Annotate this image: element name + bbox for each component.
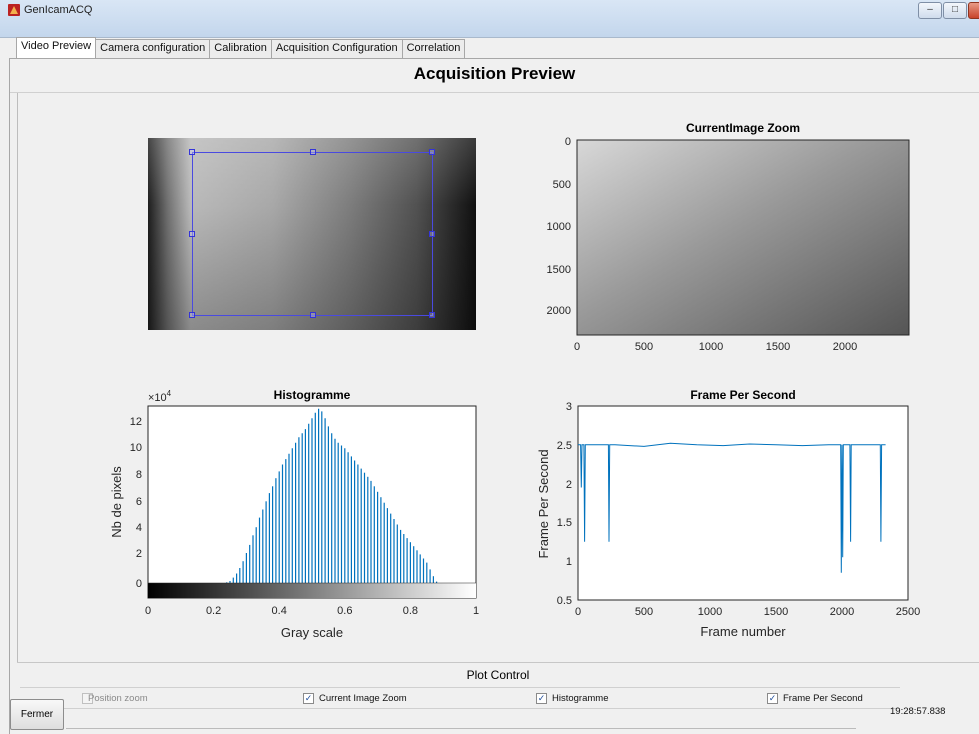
histogram-y-tick: 0 xyxy=(136,578,142,590)
fps-x-tick: 1000 xyxy=(698,606,722,618)
roi-handle-top-left[interactable] xyxy=(189,149,195,155)
fps-y-tick: 3 xyxy=(566,401,572,413)
app-icon xyxy=(8,4,20,16)
roi-rectangle[interactable] xyxy=(189,149,435,318)
fps-y-tick: 2 xyxy=(566,479,572,491)
histogram-exponent-label: ×104 xyxy=(148,389,172,404)
roi-handle-bottom-right[interactable] xyxy=(429,312,435,318)
minimize-button[interactable]: – xyxy=(918,2,942,19)
fps-y-tick: 2.5 xyxy=(557,440,572,452)
histogram-exponent-power: 4 xyxy=(167,389,172,398)
fps-x-tick: 2500 xyxy=(896,606,920,618)
histogramme-label: Histogramme xyxy=(552,693,609,704)
zoom-x-tick: 1000 xyxy=(699,341,723,353)
zoom-x-tick: 2000 xyxy=(833,341,857,353)
window-title: GenIcamACQ xyxy=(24,4,93,16)
histogram-x-ticks: 0 0.2 0.4 0.6 0.8 1 xyxy=(145,605,479,617)
close-window-button[interactable] xyxy=(968,2,979,19)
zoom-y-tick: 1000 xyxy=(547,221,571,233)
histogram-chart-title: Histogramme xyxy=(274,388,351,402)
fps-chart-title: Frame Per Second xyxy=(690,388,795,402)
histogram-y-tick: 10 xyxy=(130,442,142,454)
plot-control-title: Plot Control xyxy=(17,662,979,686)
fps-x-tick: 500 xyxy=(635,606,653,618)
histogram-x-tick: 0.4 xyxy=(272,605,287,617)
fps-y-tick: 1 xyxy=(566,556,572,568)
plot-control-options: Position zoom ✓ Current Image Zoom ✓ His… xyxy=(20,687,900,709)
current-image-zoom-checkbox[interactable]: ✓ xyxy=(303,693,314,704)
histogram-y-tick: 4 xyxy=(136,522,142,534)
fps-y-label: Frame Per Second xyxy=(536,449,551,558)
tab-bar: Video Preview Camera configuration Calib… xyxy=(16,37,466,59)
page-title: Acquisition Preview xyxy=(10,59,979,93)
histogram-x-tick: 0 xyxy=(145,605,151,617)
histogram-y-label: Nb de pixels xyxy=(109,466,124,538)
position-zoom-label: Position zoom xyxy=(88,693,148,704)
fps-x-label: Frame number xyxy=(700,624,786,639)
zoom-x-tick: 0 xyxy=(574,341,580,353)
roi-handle-top-middle[interactable] xyxy=(310,149,316,155)
roi-handle-middle-left[interactable] xyxy=(189,231,195,237)
zoom-y-tick: 500 xyxy=(553,179,571,191)
histogram-exponent-base: ×10 xyxy=(148,392,167,404)
histogram-y-tick: 2 xyxy=(136,548,142,560)
histogram-y-tick: 6 xyxy=(136,496,142,508)
camera-preview-image[interactable] xyxy=(148,138,476,330)
tab-acquisition-configuration[interactable]: Acquisition Configuration xyxy=(270,39,403,58)
fps-chart: Frame Per Second 0.5 1 1.5 2 2.5 3 0 500… xyxy=(536,388,920,639)
fps-x-tick: 0 xyxy=(575,606,581,618)
histogram-y-tick: 8 xyxy=(136,469,142,481)
tab-camera-configuration[interactable]: Camera configuration xyxy=(95,39,211,58)
bottom-divider xyxy=(66,728,856,729)
zoom-x-ticks: 0 500 1000 1500 2000 xyxy=(574,341,857,353)
zoom-x-tick: 500 xyxy=(635,341,653,353)
fps-x-tick: 2000 xyxy=(830,606,854,618)
close-button[interactable]: Fermer xyxy=(10,699,64,730)
window-titlebar: GenIcamACQ – □ xyxy=(0,0,979,38)
zoom-y-tick: 1500 xyxy=(547,264,571,276)
fps-plot-area xyxy=(577,405,909,601)
tab-calibration[interactable]: Calibration xyxy=(209,39,272,58)
maximize-button[interactable]: □ xyxy=(943,2,967,19)
zoom-y-tick: 2000 xyxy=(547,305,571,317)
zoom-image xyxy=(576,139,910,336)
fps-y-tick: 0.5 xyxy=(557,595,572,607)
frame-per-second-label: Frame Per Second xyxy=(783,693,863,704)
histogram-chart: Histogramme ×104 0 2 4 6 8 10 12 0 0.2 0… xyxy=(109,388,479,640)
histogram-x-tick: 0.2 xyxy=(206,605,221,617)
tab-correlation[interactable]: Correlation xyxy=(401,39,466,58)
fps-y-tick: 1.5 xyxy=(557,517,572,529)
zoom-chart: CurrentImage Zoom 0 500 1000 1500 2000 0… xyxy=(547,121,910,353)
zoom-x-tick: 1500 xyxy=(766,341,790,353)
histogramme-checkbox[interactable]: ✓ xyxy=(536,693,547,704)
zoom-y-ticks: 0 500 1000 1500 2000 xyxy=(547,136,571,317)
histogram-x-tick: 0.6 xyxy=(337,605,352,617)
histogram-x-tick: 1 xyxy=(473,605,479,617)
tab-video-preview[interactable]: Video Preview xyxy=(16,37,97,58)
roi-handle-middle-right[interactable] xyxy=(429,231,435,237)
gray-scale-colorbar xyxy=(148,583,476,598)
fps-x-tick: 1500 xyxy=(764,606,788,618)
histogram-x-tick: 0.8 xyxy=(403,605,418,617)
roi-handle-top-right[interactable] xyxy=(429,149,435,155)
histogram-y-tick: 12 xyxy=(130,416,142,428)
roi-handle-bottom-left[interactable] xyxy=(189,312,195,318)
histogram-x-label: Gray scale xyxy=(281,625,343,640)
fps-x-ticks: 0 500 1000 1500 2000 2500 xyxy=(575,606,920,618)
frame-per-second-checkbox[interactable]: ✓ xyxy=(767,693,778,704)
status-time: 19:28:57.838 xyxy=(890,706,946,717)
zoom-y-tick: 0 xyxy=(565,136,571,148)
zoom-chart-title: CurrentImage Zoom xyxy=(686,121,800,135)
histogram-y-ticks: 0 2 4 6 8 10 12 xyxy=(130,416,142,590)
current-image-zoom-label: Current Image Zoom xyxy=(319,693,407,704)
fps-y-ticks: 0.5 1 1.5 2 2.5 3 xyxy=(557,401,572,607)
roi-handle-bottom-middle[interactable] xyxy=(310,312,316,318)
